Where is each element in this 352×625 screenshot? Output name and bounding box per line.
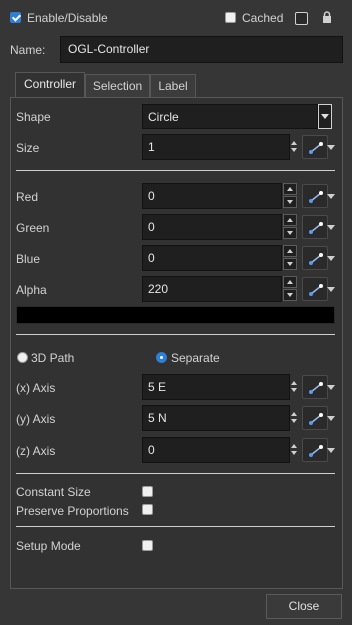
3d-path-radio[interactable] — [17, 352, 28, 363]
red-stepper[interactable] — [283, 183, 297, 209]
y-axis-label: (y) Axis — [16, 412, 56, 426]
z-axis-menu-arrow-icon[interactable] — [327, 447, 335, 453]
x-axis-field[interactable]: 5 E — [142, 374, 290, 400]
separate-radio[interactable] — [156, 352, 167, 363]
shape-label: Shape — [16, 110, 51, 124]
lock-icon — [322, 11, 332, 27]
separate-label: Separate — [171, 351, 220, 365]
tab-label[interactable]: Label — [150, 74, 196, 97]
separator — [16, 334, 335, 335]
z-axis-function-button[interactable] — [302, 438, 328, 462]
constant-size-checkbox[interactable] — [142, 486, 153, 497]
shape-dropdown-button[interactable] — [318, 104, 332, 129]
color-swatch[interactable] — [16, 306, 335, 324]
3d-path-label: 3D Path — [31, 351, 75, 365]
separator — [16, 526, 335, 527]
red-label: Red — [16, 190, 39, 204]
tab-selection[interactable]: Selection — [85, 74, 150, 97]
x-axis-label: (x) Axis — [16, 381, 56, 395]
green-stepper[interactable] — [283, 214, 297, 240]
size-spin-icon[interactable] — [290, 140, 299, 154]
alpha-field[interactable]: 220 — [142, 276, 282, 302]
link-function-icon — [309, 253, 323, 265]
cached-checkbox[interactable] — [225, 12, 236, 23]
preserve-proportions-label: Preserve Proportions — [16, 504, 129, 518]
green-menu-arrow-icon[interactable] — [327, 224, 335, 230]
link-function-icon — [309, 142, 323, 154]
size-function-button[interactable] — [302, 135, 328, 159]
z-axis-spin-icon[interactable] — [290, 443, 299, 457]
close-button[interactable]: Close — [266, 594, 342, 619]
green-label: Green — [16, 221, 50, 235]
separator — [16, 473, 335, 474]
blue-field[interactable]: 0 — [142, 245, 282, 271]
blue-menu-arrow-icon[interactable] — [327, 255, 335, 261]
link-function-icon — [309, 382, 323, 394]
link-function-icon — [309, 222, 323, 234]
link-function-icon — [309, 413, 323, 425]
shape-dropdown[interactable]: Circle — [142, 104, 318, 129]
x-axis-menu-arrow-icon[interactable] — [327, 384, 335, 390]
blue-function-button[interactable] — [302, 246, 328, 270]
name-label: Name: — [10, 43, 46, 57]
alpha-menu-arrow-icon[interactable] — [327, 286, 335, 292]
y-axis-menu-arrow-icon[interactable] — [327, 415, 335, 421]
link-function-icon — [309, 191, 323, 203]
chevron-down-icon — [321, 114, 329, 119]
red-field[interactable]: 0 — [142, 183, 282, 209]
setup-mode-label: Setup Mode — [16, 539, 81, 553]
size-field[interactable]: 1 — [142, 134, 290, 160]
z-axis-label: (z) Axis — [16, 444, 56, 458]
enable-checkbox[interactable] — [10, 12, 21, 23]
green-function-button[interactable] — [302, 215, 328, 239]
y-axis-field[interactable]: 5 N — [142, 405, 290, 431]
red-function-button[interactable] — [302, 184, 328, 208]
alpha-function-button[interactable] — [302, 277, 328, 301]
blue-label: Blue — [16, 252, 41, 266]
tab-controller[interactable]: Controller — [15, 72, 85, 98]
y-axis-function-button[interactable] — [302, 406, 328, 430]
constant-size-label: Constant Size — [16, 485, 91, 499]
separator — [16, 170, 335, 171]
link-function-icon — [309, 445, 323, 457]
red-menu-arrow-icon[interactable] — [327, 193, 335, 199]
enable-label: Enable/Disable — [27, 11, 108, 25]
size-menu-arrow-icon[interactable] — [327, 144, 335, 150]
name-field[interactable]: OGL-Controller — [60, 36, 343, 63]
setup-mode-checkbox[interactable] — [142, 540, 153, 551]
z-axis-field[interactable]: 0 — [142, 437, 290, 463]
preserve-proportions-checkbox[interactable] — [142, 504, 153, 515]
y-axis-spin-icon[interactable] — [290, 411, 299, 425]
size-label: Size — [16, 141, 40, 155]
green-field[interactable]: 0 — [142, 214, 282, 240]
cached-label: Cached — [242, 11, 284, 25]
lock-checkbox[interactable] — [295, 12, 308, 25]
link-function-icon — [309, 284, 323, 296]
alpha-label: Alpha — [16, 283, 47, 297]
x-axis-spin-icon[interactable] — [290, 380, 299, 394]
alpha-stepper[interactable] — [283, 276, 297, 302]
blue-stepper[interactable] — [283, 245, 297, 271]
x-axis-function-button[interactable] — [302, 375, 328, 399]
